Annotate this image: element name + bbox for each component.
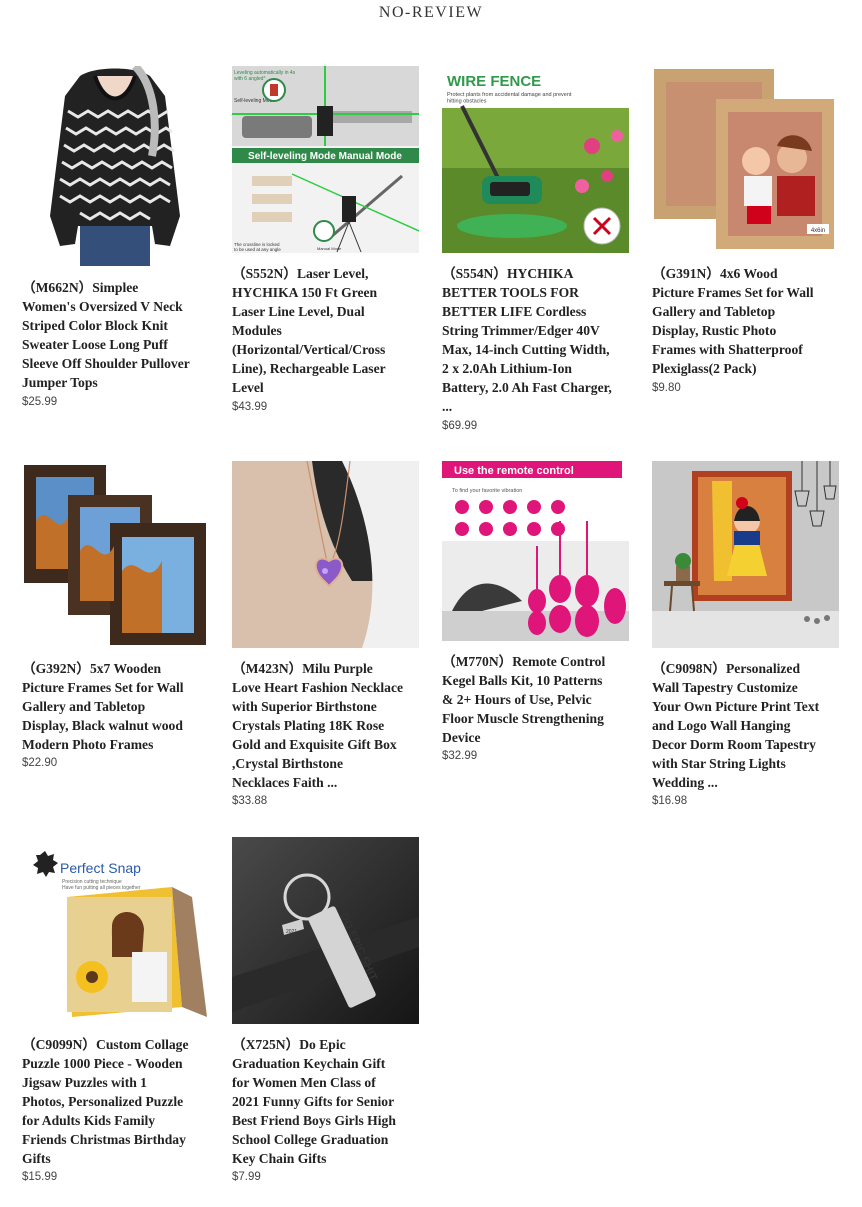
laser-bottom-sub: Manual Mode (317, 246, 342, 251)
product-name[interactable]: （X725N）Do Epic Graduation Keychain Gift … (232, 1035, 422, 1168)
photo-puzzle-photo[interactable]: Perfect Snap Precision cutting technique… (22, 837, 209, 1024)
kegel-headline: Use the remote control (454, 465, 574, 477)
product-price: $16.98 (652, 795, 688, 807)
laser-bottom-caption: The crossline is locked to be used at any… (234, 242, 281, 252)
kegel-balls-photo[interactable]: Use the remote control To find your favo… (442, 461, 629, 641)
wall-tapestry-photo[interactable] (652, 461, 839, 648)
walnut-frames-photo[interactable] (22, 461, 209, 648)
laser-band-text: Self-leveling Mode Manual Mode (248, 151, 402, 162)
product-name[interactable]: （C9099N）Custom Collage Puzzle 1000 Piece… (22, 1035, 212, 1168)
trimmer-headline: WIRE FENCE (447, 73, 541, 90)
keychain-charm: 2021 (286, 929, 297, 935)
product-price: $7.99 (232, 1171, 261, 1183)
product-name[interactable]: （G392N）5x7 Wooden Picture Frames Set for… (22, 659, 212, 754)
product-price: $9.80 (652, 382, 681, 394)
product-price: $69.99 (442, 420, 478, 432)
product-price: $25.99 (22, 396, 58, 408)
puzzle-brand: Perfect Snap (60, 860, 141, 876)
product-grid: （M662N）Simplee Women's Oversized V Neck … (0, 0, 862, 1207)
product-name[interactable]: （G391N）4x6 Wood Picture Frames Set for W… (652, 264, 842, 378)
product-name[interactable]: （M423N）Milu Purple Love Heart Fashion Ne… (232, 659, 422, 792)
laser-level-photo[interactable]: Self-leveling Mode Manual Mode Leveling … (232, 66, 419, 253)
product-name[interactable]: （C9098N）Personalized Wall Tapestry Custo… (652, 659, 842, 792)
product-price: $15.99 (22, 1171, 58, 1183)
product-name[interactable]: （M770N）Remote Control Kegel Balls Kit, 1… (442, 652, 632, 747)
product-name[interactable]: （S554N）HYCHIKA BETTER TOOLS FOR BETTER L… (442, 264, 632, 416)
heart-necklace-photo[interactable] (232, 461, 419, 648)
wood-frames-photo[interactable]: 4x6in (652, 66, 839, 253)
striped-sweater-photo[interactable] (40, 66, 190, 266)
frames-size-badge: 4x6in (811, 228, 825, 234)
product-name[interactable]: （S552N）Laser Level, HYCHIKA 150 Ft Green… (232, 264, 422, 397)
product-name[interactable]: （M662N）Simplee Women's Oversized V Neck … (22, 278, 212, 392)
product-price: $22.90 (22, 757, 58, 769)
graduation-keychain-photo[interactable]: DO EPIC SHIT 2021 (232, 837, 419, 1024)
kegel-sub: To find your favorite vibration (452, 488, 522, 494)
product-price: $43.99 (232, 401, 268, 413)
product-price: $32.99 (442, 750, 478, 762)
product-price: $33.88 (232, 795, 268, 807)
string-trimmer-photo[interactable]: WIRE FENCE Protect plants from accidenta… (442, 66, 629, 253)
